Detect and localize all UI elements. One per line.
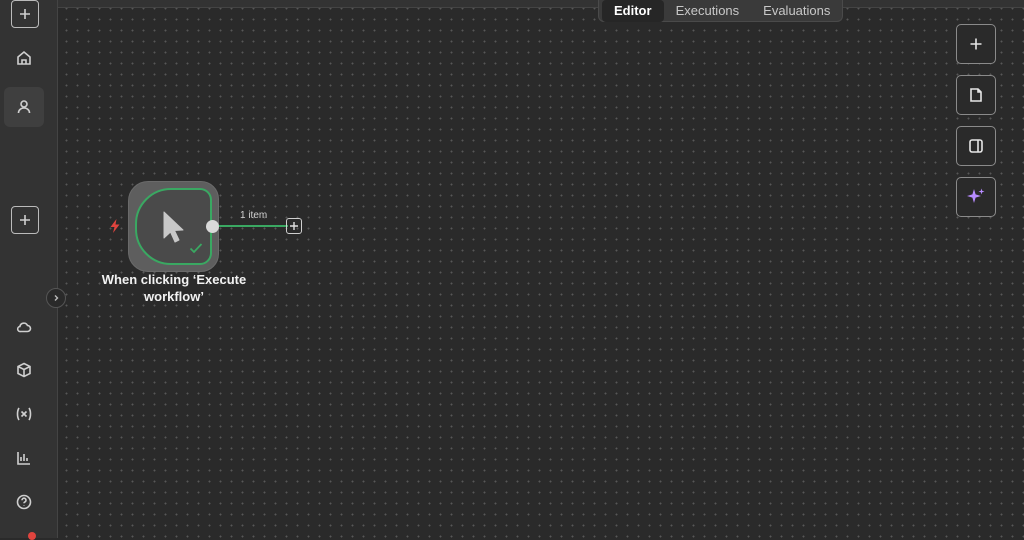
cube-icon: [17, 362, 31, 378]
collapse-sidebar-button[interactable]: [46, 288, 66, 308]
insights-button[interactable]: [4, 438, 44, 478]
variables-button[interactable]: [4, 394, 44, 434]
tab-editor[interactable]: Editor: [602, 0, 664, 22]
add-button-top[interactable]: [11, 0, 39, 28]
sidebar: [0, 0, 58, 540]
personal-button[interactable]: [4, 87, 44, 127]
item-count-label: 1 item: [240, 210, 268, 221]
home-icon: [17, 50, 31, 65]
cloud-icon: [16, 322, 32, 333]
user-icon: [17, 100, 31, 114]
top-bar: [58, 0, 1024, 8]
home-button[interactable]: [4, 38, 44, 78]
cloud-button[interactable]: [4, 307, 44, 347]
chart-icon: [17, 452, 30, 465]
add-project-button[interactable]: [11, 206, 39, 234]
help-icon: [16, 494, 32, 510]
panel-icon: [969, 139, 983, 153]
trigger-bolt-icon: [110, 219, 120, 233]
check-icon: [189, 243, 203, 254]
view-tabs: Editor Executions Evaluations: [598, 0, 843, 22]
add-node-button[interactable]: [956, 24, 996, 64]
add-next-node-button[interactable]: [286, 218, 302, 234]
output-connection[interactable]: [218, 225, 288, 227]
sparkle-icon: [967, 188, 985, 203]
output-handle[interactable]: [206, 220, 219, 233]
add-sticky-note-button[interactable]: [956, 75, 996, 115]
plus-icon: [20, 9, 30, 19]
templates-button[interactable]: [4, 350, 44, 390]
chevron-right-icon: [54, 295, 59, 301]
trigger-node-body[interactable]: [135, 188, 212, 265]
help-button[interactable]: [4, 482, 44, 522]
plus-icon: [20, 215, 30, 225]
tab-executions[interactable]: Executions: [664, 0, 752, 22]
plus-icon: [290, 222, 298, 230]
node-label-line-2: workflow’: [144, 289, 204, 304]
node-label-line-1: When clicking ‘Execute: [101, 272, 247, 287]
cursor-icon: [163, 211, 183, 242]
notification-dot: [28, 532, 36, 540]
plus-icon: [970, 38, 982, 50]
ai-assistant-button[interactable]: [956, 177, 996, 217]
trigger-node-label: When clicking ‘Execute workflow’: [88, 271, 260, 305]
variables-icon: [16, 407, 32, 421]
tab-evaluations[interactable]: Evaluations: [751, 0, 842, 22]
toggle-panel-button[interactable]: [956, 126, 996, 166]
sticky-note-icon: [970, 88, 982, 102]
